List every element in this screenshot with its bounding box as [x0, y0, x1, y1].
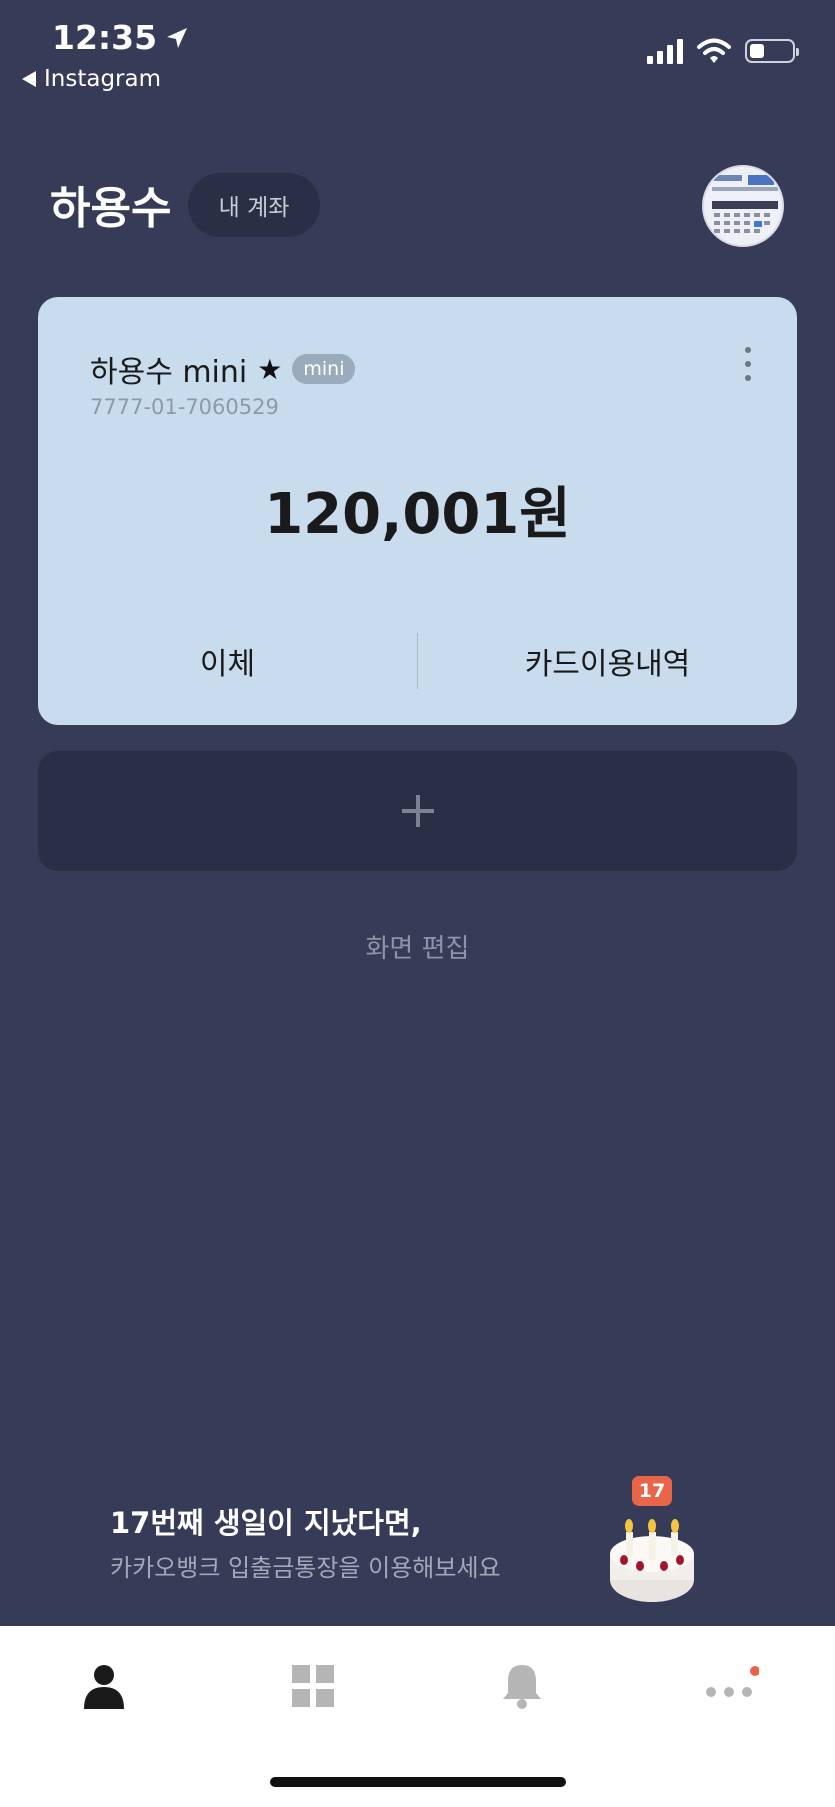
- account-balance: 120,001원: [264, 482, 571, 547]
- add-account-button[interactable]: [38, 751, 797, 871]
- user-name: 하용수: [50, 183, 172, 234]
- account-number: 7777-01-7060529: [90, 395, 279, 419]
- account-title: 하용수 mini ★ mini: [90, 347, 356, 391]
- home-indicator[interactable]: [270, 1777, 566, 1787]
- transfer-button[interactable]: 이체: [38, 633, 417, 689]
- back-to-app-link[interactable]: Instagram: [22, 66, 161, 92]
- star-icon[interactable]: ★: [257, 353, 282, 386]
- age-badge: 17: [632, 1476, 672, 1506]
- back-app-label: Instagram: [44, 66, 162, 92]
- tab-more[interactable]: [701, 1656, 761, 1716]
- tab-products[interactable]: [283, 1656, 343, 1716]
- mini-badge: mini: [292, 354, 356, 384]
- plus-icon: [401, 795, 434, 827]
- status-time-text: 12:35: [52, 18, 158, 57]
- back-triangle-icon: [22, 71, 36, 87]
- my-account-button[interactable]: 내 계좌: [188, 173, 320, 237]
- status-time: 12:35: [52, 18, 189, 57]
- avatar-thumbnail-icon: [712, 175, 778, 233]
- profile-avatar[interactable]: [702, 165, 784, 247]
- grid-icon: [292, 1665, 334, 1707]
- tab-my-account[interactable]: [74, 1656, 134, 1716]
- promo-subtitle[interactable]: 카카오뱅크 입출금통장을 이용해보세요: [110, 1548, 501, 1583]
- account-card[interactable]: 하용수 mini ★ mini 7777-01-7060529 120,001원…: [38, 297, 797, 725]
- wifi-icon: [697, 38, 731, 63]
- battery-icon: [745, 39, 799, 63]
- more-vertical-icon[interactable]: [745, 347, 751, 381]
- person-icon: [84, 1665, 124, 1709]
- more-horizontal-icon: [706, 1666, 759, 1697]
- location-arrow-icon: [167, 27, 188, 48]
- tab-notifications[interactable]: [492, 1656, 552, 1716]
- edit-screen-link[interactable]: 화면 편집: [0, 928, 835, 965]
- card-actions: 이체 카드이용내역: [38, 633, 797, 689]
- account-name: 하용수 mini: [90, 355, 248, 390]
- cellular-signal-icon: [647, 38, 683, 64]
- card-history-button[interactable]: 카드이용내역: [418, 633, 797, 689]
- promo-title[interactable]: 17번째 생일이 지났다면,: [110, 1500, 422, 1542]
- status-indicators: [647, 38, 799, 64]
- bell-icon: [503, 1665, 541, 1709]
